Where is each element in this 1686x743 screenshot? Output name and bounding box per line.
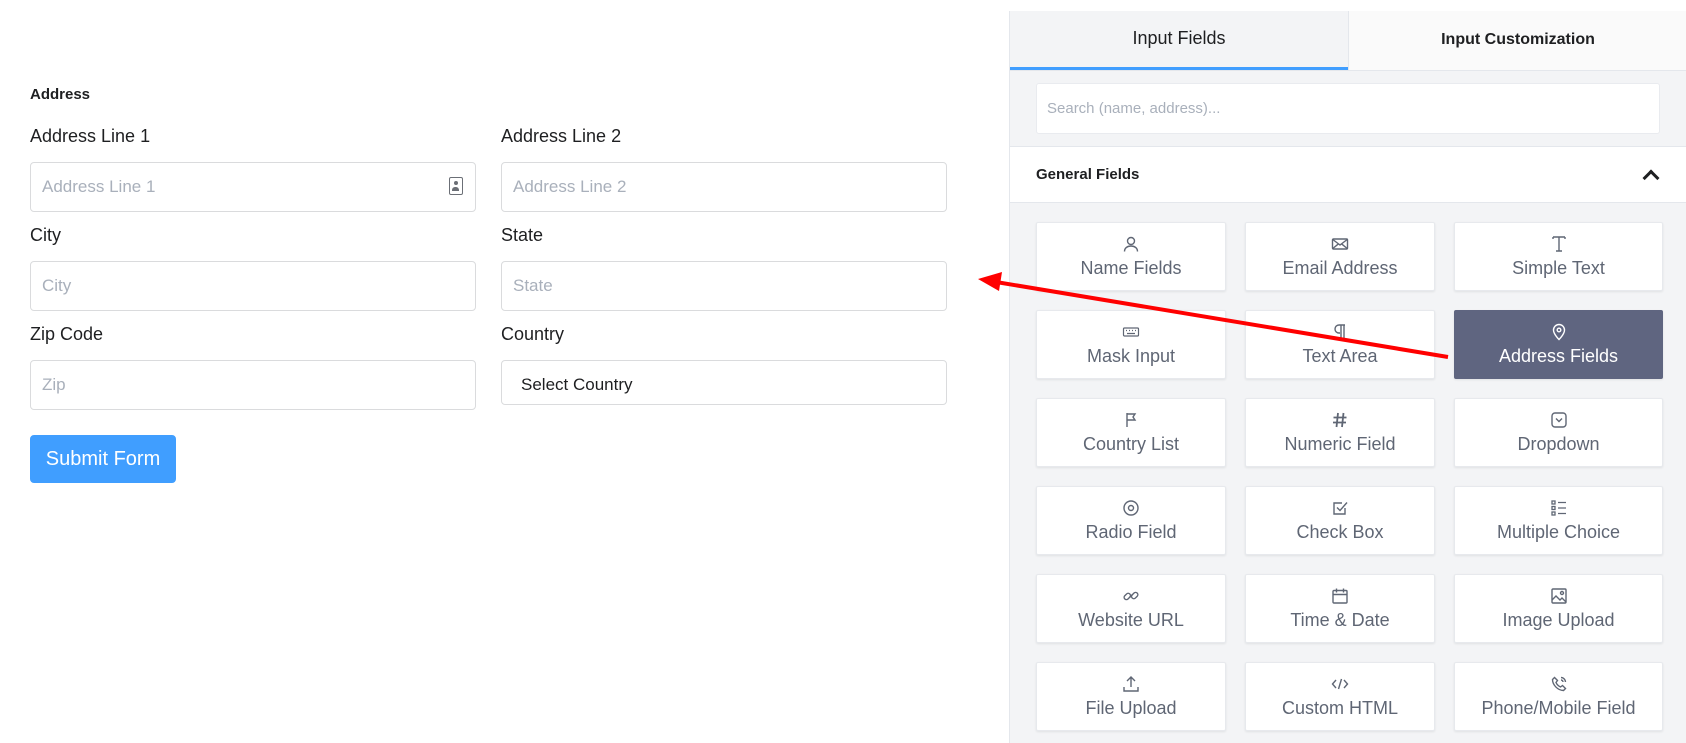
field-card-label: Radio Field: [1085, 522, 1177, 542]
country-select[interactable]: Select Country: [501, 360, 947, 405]
field-card-website-url[interactable]: Website URL: [1036, 574, 1226, 643]
field-card-label: File Upload: [1085, 698, 1177, 718]
submit-form-button[interactable]: Submit Form: [30, 435, 176, 483]
field-search-wrapper: [1036, 83, 1660, 134]
field-card-numeric-field[interactable]: Numeric Field: [1245, 398, 1435, 467]
zip-group: Zip Code: [30, 322, 476, 410]
address-line-2-label: Address Line 2: [501, 126, 622, 146]
hash-icon: [1331, 410, 1349, 430]
state-label: State: [501, 225, 544, 245]
address-line-2-group: Address Line 2: [501, 124, 947, 212]
chevron-up-icon[interactable]: [1642, 169, 1660, 187]
field-card-label: Numeric Field: [1284, 434, 1396, 454]
field-card-dropdown[interactable]: Dropdown: [1454, 398, 1663, 467]
field-card-time-date[interactable]: Time & Date: [1245, 574, 1435, 643]
map-pin-icon: [1550, 322, 1568, 342]
field-card-simple-text[interactable]: Simple Text: [1454, 222, 1663, 291]
state-group: State: [501, 223, 947, 311]
field-card-label: Multiple Choice: [1496, 522, 1621, 542]
field-card-label: Time & Date: [1290, 610, 1390, 630]
field-card-mask-input[interactable]: Mask Input: [1036, 310, 1226, 379]
phone-icon: [1550, 674, 1568, 694]
form-preview: Address Address Line 1 Address Line 2 Ci…: [30, 0, 948, 743]
upload-icon: [1122, 674, 1140, 694]
dropdown-icon: [1550, 410, 1568, 430]
user-icon: [1122, 234, 1140, 254]
field-card-label: Simple Text: [1512, 258, 1605, 278]
field-card-phone-mobile-field[interactable]: Phone/Mobile Field: [1454, 662, 1663, 731]
field-card-label: Mask Input: [1086, 346, 1176, 366]
field-card-label: Custom HTML: [1281, 698, 1398, 718]
field-card-label: Country List: [1082, 434, 1180, 454]
field-card-label: Dropdown: [1517, 434, 1600, 454]
field-card-custom-html[interactable]: Custom HTML: [1245, 662, 1435, 731]
field-card-name-fields[interactable]: Name Fields: [1036, 222, 1226, 291]
country-group: Country Select Country: [501, 322, 947, 405]
address-line-1-group: Address Line 1: [30, 124, 476, 212]
country-label: Country: [501, 324, 565, 344]
text-cursor-icon: [1550, 234, 1568, 254]
field-card-multiple-choice[interactable]: Multiple Choice: [1454, 486, 1663, 555]
field-card-label: Website URL: [1078, 610, 1184, 630]
envelope-icon: [1331, 234, 1349, 254]
keyboard-icon: [1122, 322, 1140, 342]
annotation-arrow-head: [978, 272, 1002, 291]
sidebar-tabs: Input Fields Input Customization: [1010, 11, 1686, 71]
field-card-label: Email Address: [1282, 258, 1398, 278]
address-line-1-input[interactable]: [31, 163, 475, 211]
field-card-label: Phone/Mobile Field: [1481, 698, 1636, 718]
address-section-title: Address: [30, 86, 91, 103]
radio-icon: [1122, 498, 1140, 518]
fields-sidebar: Input Fields Input Customization General…: [1009, 11, 1686, 743]
field-card-text-area[interactable]: Text Area: [1245, 310, 1435, 379]
zip-input[interactable]: [31, 361, 475, 409]
field-card-label: Check Box: [1296, 522, 1384, 542]
city-wrapper: [30, 261, 476, 311]
address-line-2-input[interactable]: [502, 163, 946, 211]
calendar-icon: [1331, 586, 1349, 606]
code-icon: [1331, 674, 1349, 694]
field-card-country-list[interactable]: Country List: [1036, 398, 1226, 467]
contact-card-icon[interactable]: [449, 177, 463, 195]
zip-wrapper: [30, 360, 476, 410]
address-line-1-label: Address Line 1: [30, 126, 151, 146]
address-line-2-wrapper: [501, 162, 947, 212]
general-fields-grid: Name Fields Email Address Simple Text Ma…: [1036, 222, 1666, 731]
list-icon: [1550, 498, 1568, 518]
field-card-check-box[interactable]: Check Box: [1245, 486, 1435, 555]
country-select-value: Select Country: [521, 375, 633, 394]
paragraph-icon: [1331, 322, 1349, 342]
general-fields-header[interactable]: General Fields: [1010, 146, 1686, 203]
link-icon: [1122, 586, 1140, 606]
city-group: City: [30, 223, 476, 311]
city-input[interactable]: [31, 262, 475, 310]
general-fields-title: General Fields: [1036, 166, 1140, 183]
flag-icon: [1122, 410, 1140, 430]
field-card-radio-field[interactable]: Radio Field: [1036, 486, 1226, 555]
checkbox-icon: [1331, 498, 1349, 518]
field-card-email-address[interactable]: Email Address: [1245, 222, 1435, 291]
field-card-label: Text Area: [1302, 346, 1378, 366]
state-input[interactable]: [502, 262, 946, 310]
zip-label: Zip Code: [30, 324, 104, 344]
state-wrapper: [501, 261, 947, 311]
field-card-label: Name Fields: [1080, 258, 1182, 278]
field-card-label: Address Fields: [1498, 346, 1619, 366]
field-card-file-upload[interactable]: File Upload: [1036, 662, 1226, 731]
city-label: City: [30, 225, 61, 245]
tab-input-customization[interactable]: Input Customization: [1348, 11, 1686, 70]
field-card-address-fields[interactable]: Address Fields: [1454, 310, 1663, 379]
image-icon: [1550, 586, 1568, 606]
field-search-input[interactable]: [1037, 84, 1659, 133]
field-card-image-upload[interactable]: Image Upload: [1454, 574, 1663, 643]
field-card-label: Image Upload: [1502, 610, 1615, 630]
address-line-1-wrapper: [30, 162, 476, 212]
tab-input-fields[interactable]: Input Fields: [1010, 11, 1348, 70]
